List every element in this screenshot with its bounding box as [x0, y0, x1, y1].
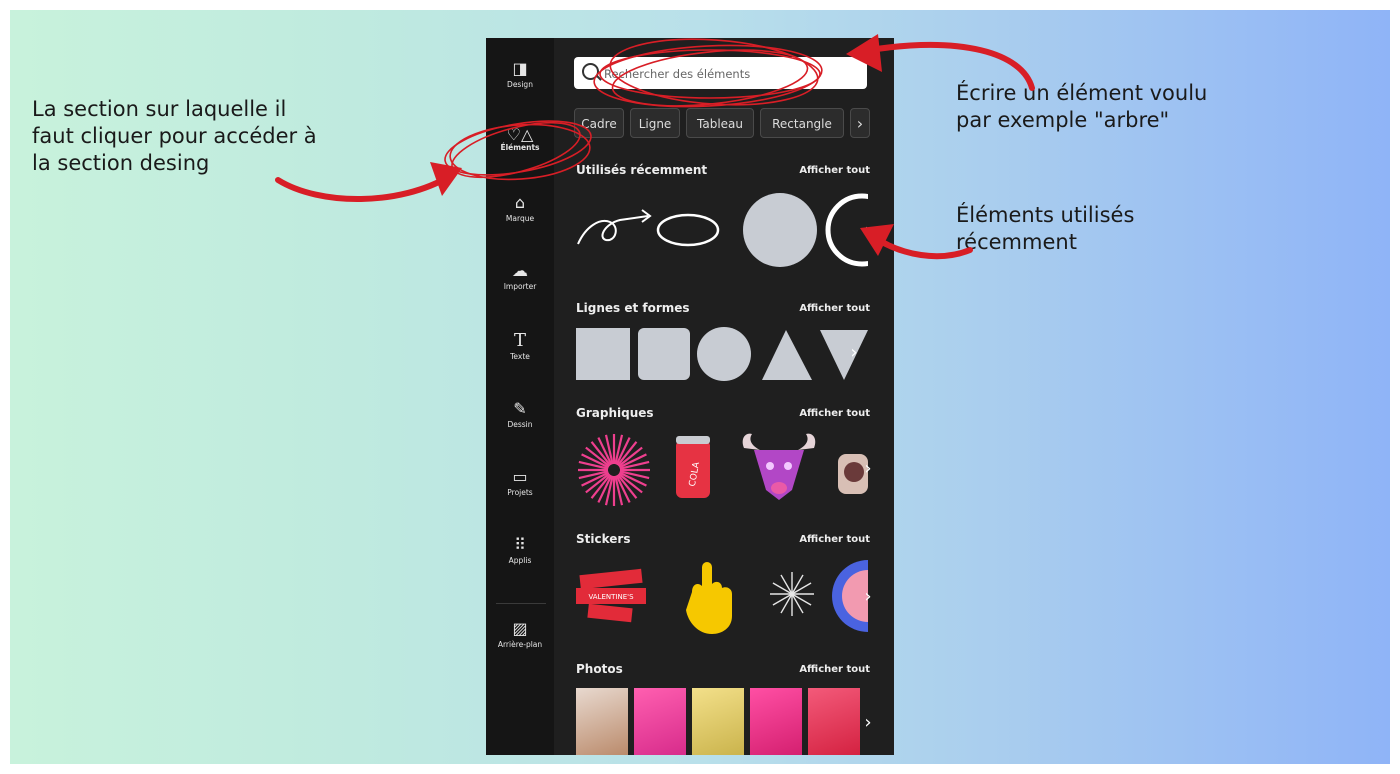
soda-can-graphic[interactable]: COLA [676, 436, 710, 498]
sidebar-item-label: Texte [510, 352, 530, 361]
chevron-right-icon[interactable]: › [858, 210, 878, 252]
graphics-row: COLA [576, 430, 868, 506]
show-all-shapes[interactable]: Afficher tout [799, 303, 870, 314]
elements-panel: Cadre Ligne Tableau Rectangle › Utilisés… [554, 38, 894, 755]
chevron-right-icon[interactable]: › [844, 332, 864, 374]
starburst-graphic[interactable] [578, 434, 650, 506]
chip-frame[interactable]: Cadre [574, 108, 624, 138]
section-title-photos: Photos [576, 662, 623, 676]
square-element[interactable] [576, 328, 630, 380]
chip-table[interactable]: Tableau [686, 108, 754, 138]
sidebar-item-upload[interactable]: ☁ Importer [486, 261, 554, 292]
brand-icon: ⌂ [514, 193, 526, 212]
apps-icon: ⠿ [514, 535, 526, 554]
section-title-recent: Utilisés récemment [576, 163, 708, 177]
search-icon [582, 63, 599, 80]
sidebar-item-label: Applis [508, 556, 532, 565]
sticker-items: VALENTINE'S [576, 560, 868, 634]
bull-head-graphic[interactable] [742, 433, 816, 500]
text-icon: T [513, 330, 526, 351]
triangle-element[interactable] [762, 330, 812, 380]
sidebar-item-label: Design [507, 80, 533, 89]
circle-element[interactable] [743, 193, 817, 267]
valentines-ribbon-sticker[interactable]: VALENTINE'S [576, 568, 646, 623]
chevron-right-icon[interactable]: › [858, 576, 878, 618]
chip-scroll-right-icon[interactable]: › [850, 108, 870, 138]
photos-row [576, 688, 868, 755]
stickers-row: VALENTINE'S [576, 558, 868, 634]
shapes-row [576, 326, 868, 382]
oval-outline-element[interactable] [656, 213, 720, 247]
pointing-hand-sticker[interactable] [686, 562, 732, 634]
sidebar-item-design[interactable]: ◨ Design [486, 59, 554, 90]
sidebar-divider [496, 603, 546, 604]
background-icon: ▨ [512, 619, 528, 638]
shape-items [576, 327, 868, 381]
section-title-stickers: Stickers [576, 532, 631, 546]
sidebar-item-elements[interactable]: ♡△ Éléments [486, 125, 554, 153]
svg-text:VALENTINE'S: VALENTINE'S [588, 593, 634, 601]
photo-thumbnail[interactable] [750, 688, 802, 755]
sidebar-item-label: Arrière-plan [497, 640, 543, 649]
folder-icon: ▭ [512, 467, 528, 486]
chip-line[interactable]: Ligne [630, 108, 680, 138]
swirl-arrow-element[interactable] [577, 209, 652, 245]
show-all-recent[interactable]: Afficher tout [799, 165, 870, 176]
elements-icon: ♡△ [506, 125, 534, 144]
sidebar-item-label: Importer [503, 282, 537, 291]
photo-thumbnail[interactable] [576, 688, 628, 755]
sidebar-item-apps[interactable]: ⠿ Applis [486, 535, 554, 566]
sidebar-item-draw[interactable]: ✎ Dessin [486, 399, 554, 430]
design-icon: ◨ [512, 59, 528, 78]
recent-items [577, 193, 868, 267]
show-all-stickers[interactable]: Afficher tout [799, 534, 870, 545]
annotation-elements-section: La section sur laquelle il faut cliquer … [32, 97, 317, 175]
rounded-square-element[interactable] [638, 328, 690, 380]
sidebar-item-projects[interactable]: ▭ Projets [486, 467, 554, 498]
show-all-photos[interactable]: Afficher tout [799, 664, 870, 675]
chip-rectangle[interactable]: Rectangle [760, 108, 844, 138]
sidebar-item-label: Projets [507, 488, 533, 497]
canva-elements-panel-screenshot: ◨ Design ♡△ Éléments ⌂ Marque ☁ Importer… [486, 38, 894, 755]
section-title-shapes: Lignes et formes [576, 301, 690, 315]
sidebar: ◨ Design ♡△ Éléments ⌂ Marque ☁ Importer… [486, 38, 554, 755]
section-title-graphics: Graphiques [576, 406, 654, 420]
annotation-search: Écrire un élément voulu par exemple "arb… [956, 81, 1208, 132]
photo-thumbnail[interactable] [634, 688, 686, 755]
upload-icon: ☁ [512, 261, 528, 280]
recent-row [576, 188, 868, 274]
photo-thumbnail[interactable] [808, 688, 860, 755]
circle-shape-element[interactable] [697, 327, 751, 381]
sidebar-item-text[interactable]: T Texte [486, 330, 554, 362]
show-all-graphics[interactable]: Afficher tout [799, 408, 870, 419]
search-input[interactable] [602, 63, 856, 85]
chevron-right-icon[interactable]: › [858, 448, 878, 490]
sidebar-item-label: Dessin [507, 420, 533, 429]
sparkle-sticker[interactable] [770, 572, 814, 616]
sidebar-item-label: Éléments [500, 143, 540, 152]
search-box[interactable] [574, 57, 867, 89]
slide-background: La section sur laquelle il faut cliquer … [10, 10, 1390, 764]
sidebar-item-background[interactable]: ▨ Arrière-plan [486, 619, 554, 650]
photo-thumbnail[interactable] [692, 688, 744, 755]
sidebar-item-brand[interactable]: ⌂ Marque [486, 193, 554, 224]
annotation-recent: Éléments utilisés récemment [956, 203, 1135, 254]
graphic-items: COLA [578, 433, 868, 506]
draw-icon: ✎ [513, 399, 527, 418]
sidebar-item-label: Marque [505, 214, 535, 223]
chevron-right-icon[interactable]: › [858, 702, 878, 744]
